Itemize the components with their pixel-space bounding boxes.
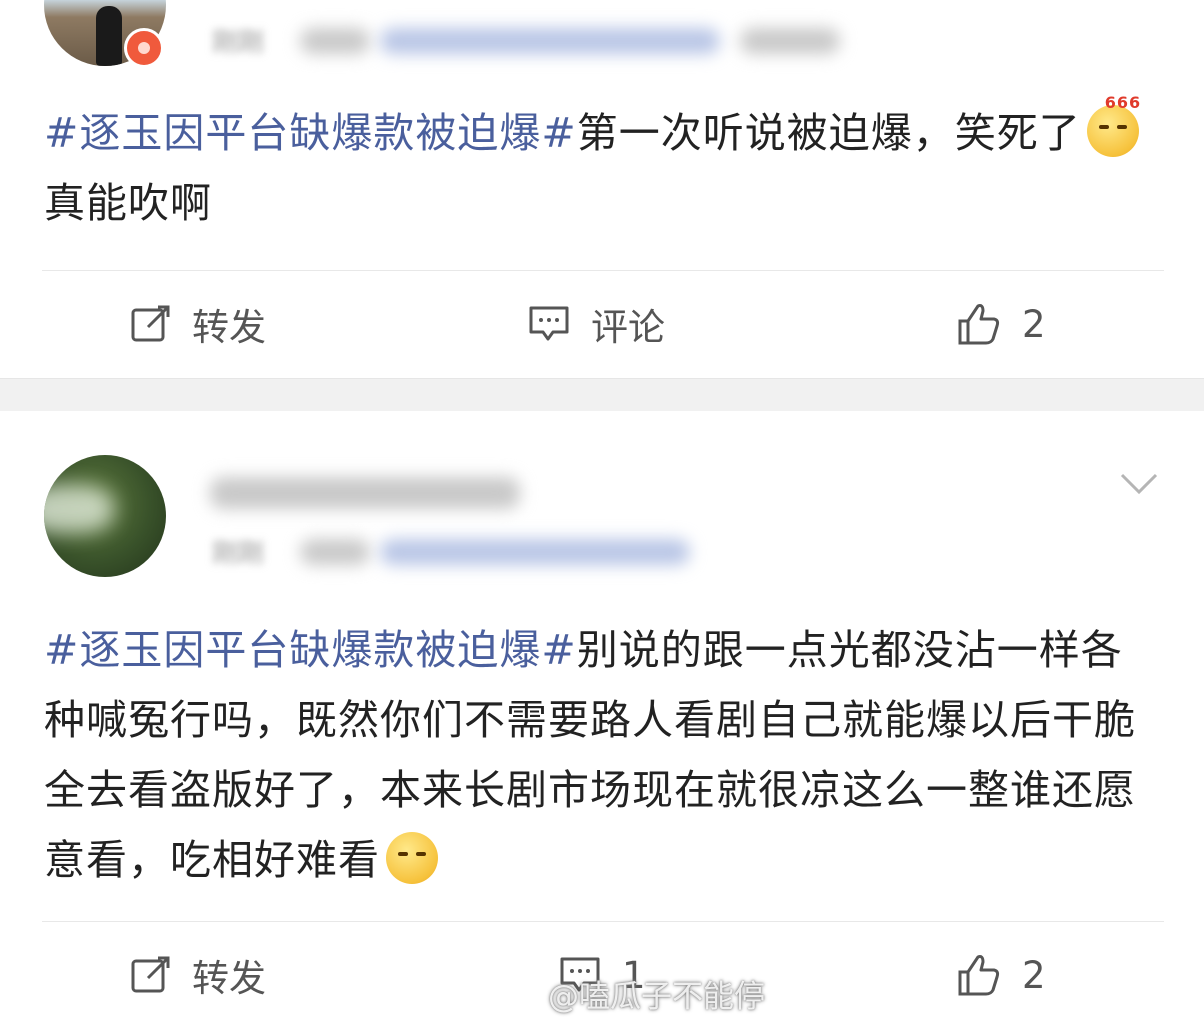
repost-label: 转发	[192, 957, 266, 1000]
like-count: 2	[1022, 953, 1046, 997]
like-button[interactable]: 2	[956, 294, 1046, 354]
watermark-text: @嗑瓜子不能停	[548, 979, 765, 1015]
hashtag-link[interactable]: #逐玉因平台缺爆款被迫爆#	[44, 109, 577, 157]
post-card: 刚刚 #逐玉因平台缺爆款被迫爆#第一次听说被迫爆，笑死了 666 真能吹啊 转发 评…	[0, 0, 1204, 378]
post-text: 第一次听说被迫爆，笑死了	[576, 109, 1081, 157]
like-icon	[958, 955, 1000, 996]
repost-label: 转发	[192, 306, 266, 349]
repost-icon	[131, 305, 170, 342]
comment-label: 评论	[591, 306, 665, 349]
post-content: #逐玉因平台缺爆款被迫爆#别说的跟一点光都没沾一样各种喊冤行吗，既然你们不需要路…	[44, 615, 1164, 895]
emoji-666-icon: 666	[1086, 95, 1140, 157]
repost-button[interactable]: 转发	[130, 294, 266, 354]
repost-button[interactable]: 转发	[130, 945, 266, 1005]
verified-badge-icon	[124, 28, 164, 68]
blurred-meta	[740, 28, 840, 54]
chevron-down-icon[interactable]	[1120, 473, 1158, 495]
blurred-username	[210, 477, 520, 509]
blurred-device	[380, 539, 690, 565]
divider	[42, 921, 1164, 922]
avatar[interactable]	[44, 455, 166, 577]
blurred-device	[380, 28, 720, 54]
divider	[42, 270, 1164, 271]
post-text: 真能吹啊	[44, 179, 212, 227]
blurred-meta	[300, 28, 370, 54]
like-count: 2	[1022, 302, 1046, 346]
post-content: #逐玉因平台缺爆款被迫爆#第一次听说被迫爆，笑死了 666 真能吹啊	[44, 95, 1164, 238]
comment-icon	[529, 306, 569, 341]
like-button[interactable]: 2	[956, 945, 1046, 1005]
repost-icon	[131, 956, 170, 993]
weibo-logo-icon	[500, 979, 539, 1009]
emoji-smirk-icon	[386, 832, 438, 884]
post-time: 刚刚	[212, 28, 265, 58]
watermark: @嗑瓜子不能停	[500, 971, 765, 1016]
post-separator	[0, 378, 1204, 412]
comment-button[interactable]: 评论	[527, 294, 665, 354]
blurred-meta	[300, 539, 370, 565]
post-card: 刚刚 #逐玉因平台缺爆款被迫爆#别说的跟一点光都没沾一样各种喊冤行吗，既然你们不…	[0, 411, 1204, 1023]
post-time: 刚刚	[212, 539, 265, 569]
hashtag-link[interactable]: #逐玉因平台缺爆款被迫爆#	[44, 626, 577, 674]
like-icon	[958, 304, 1000, 345]
